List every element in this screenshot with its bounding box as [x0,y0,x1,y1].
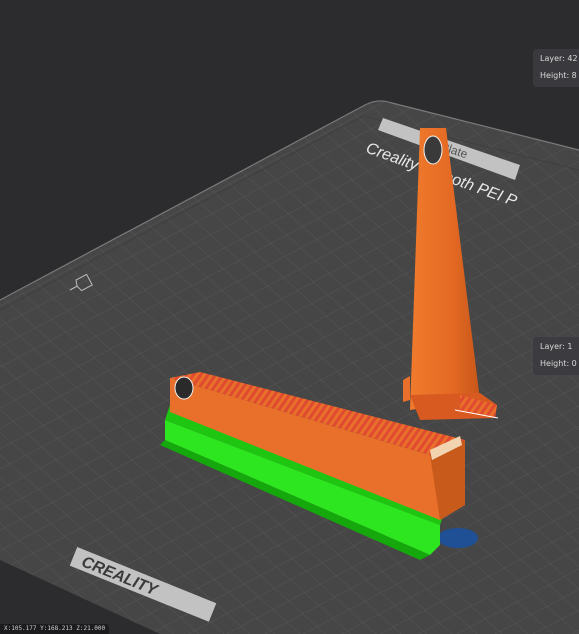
object-marker-base [438,528,478,548]
height-bottom-label: Height: 0 [540,359,577,368]
layer-info-bottom: Layer: 1 Height: 0 [533,337,579,375]
layer-info-top: Layer: 42 Height: 8 [533,49,579,87]
layer-top-label: Layer: 42 [540,54,578,63]
cursor-coordinates: X:105.177 Y:168.213 Z:21.000 [0,624,110,634]
height-top-label: Height: 8 [540,71,577,80]
3d-viewport[interactable]: Plate Creality Smooth PEI P CREALITY [0,0,579,634]
layer-bottom-label: Layer: 1 [540,342,573,351]
build-plate-scene[interactable]: Plate Creality Smooth PEI P CREALITY [0,0,579,634]
